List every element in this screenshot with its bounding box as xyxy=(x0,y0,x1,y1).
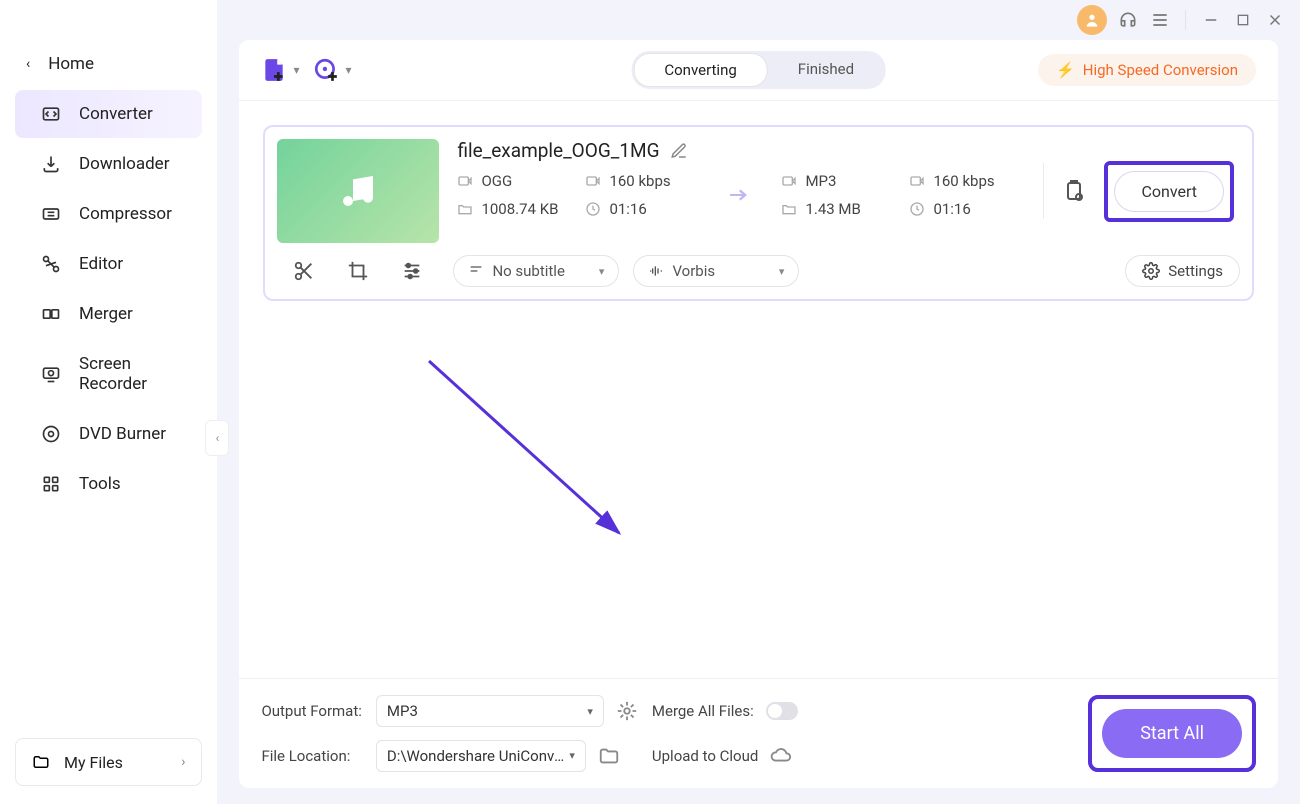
chevron-down-icon: ▾ xyxy=(599,265,605,278)
folder-icon xyxy=(32,753,50,771)
output-format-select[interactable]: MP3 ▾ xyxy=(376,695,604,727)
tabs: Converting Finished xyxy=(631,51,886,89)
clock-icon xyxy=(909,201,925,217)
separator xyxy=(1043,163,1044,219)
file-actions: Convert xyxy=(1037,139,1240,243)
add-disc-icon xyxy=(313,57,339,83)
open-folder-icon[interactable] xyxy=(598,745,620,767)
music-note-icon xyxy=(338,171,378,211)
output-format-label: Output Format: xyxy=(261,702,361,720)
add-disc-button[interactable]: ▾ xyxy=(313,57,351,83)
sidebar-item-screen-recorder[interactable]: Screen Recorder xyxy=(15,340,202,408)
convert-button[interactable]: Convert xyxy=(1114,171,1224,212)
edit-icon[interactable] xyxy=(670,142,688,160)
sidebar-item-downloader[interactable]: Downloader xyxy=(15,140,202,188)
downloader-icon xyxy=(41,154,61,174)
editor-icon xyxy=(41,254,61,274)
file-thumbnail xyxy=(277,139,439,243)
crop-icon[interactable] xyxy=(347,260,369,282)
file-location-label: File Location: xyxy=(261,747,361,765)
file-card: file_example_OOG_1MG OGG 160 kbps 1008 xyxy=(263,125,1254,301)
dvd-burner-icon xyxy=(41,424,61,444)
tools-icon xyxy=(41,474,61,494)
home-label: Home xyxy=(48,54,94,74)
merge-toggle[interactable] xyxy=(766,702,798,720)
start-all-highlight: Start All xyxy=(1088,695,1256,772)
sidebar-item-editor[interactable]: Editor xyxy=(15,240,202,288)
content-panel: ▾ ▾ Converting Finished ⚡ High Speed Con… xyxy=(239,40,1278,788)
chevron-down-icon: ▾ xyxy=(587,705,593,718)
chevron-down-icon: ▾ xyxy=(293,63,299,77)
user-avatar[interactable] xyxy=(1077,5,1107,35)
merger-icon xyxy=(41,304,61,324)
upload-label: Upload to Cloud xyxy=(652,747,758,765)
clock-icon xyxy=(585,201,601,217)
tab-converting[interactable]: Converting xyxy=(633,53,767,87)
user-icon xyxy=(1084,12,1100,28)
maximize-button[interactable] xyxy=(1232,9,1254,31)
sidebar-item-dvd-burner[interactable]: DVD Burner xyxy=(15,410,202,458)
minimize-icon xyxy=(1202,11,1220,29)
chevron-down-icon: ▾ xyxy=(779,265,785,278)
arrow-right-icon xyxy=(723,183,753,207)
chevron-down-icon: ▾ xyxy=(569,749,575,762)
close-button[interactable] xyxy=(1264,9,1286,31)
file-name: file_example_OOG_1MG xyxy=(457,139,659,162)
gear-icon xyxy=(1142,262,1160,280)
support-button[interactable] xyxy=(1117,9,1139,31)
annotation-arrow xyxy=(369,351,649,551)
screen-recorder-icon xyxy=(41,364,61,384)
video-icon xyxy=(585,173,601,189)
my-files-button[interactable]: My Files › xyxy=(15,738,202,786)
maximize-icon xyxy=(1235,12,1251,28)
subtitle-icon xyxy=(468,263,484,279)
start-all-button[interactable]: Start All xyxy=(1102,709,1242,758)
headset-icon xyxy=(1118,10,1138,30)
file-location-select[interactable]: D:\Wondershare UniConverter 1 ▾ xyxy=(376,740,586,772)
cloud-icon[interactable] xyxy=(770,745,792,767)
effects-icon[interactable] xyxy=(401,260,423,282)
chevron-left-icon: ‹ xyxy=(26,56,30,72)
add-file-button[interactable]: ▾ xyxy=(261,57,299,83)
clipboard-settings-icon[interactable] xyxy=(1062,179,1086,203)
main-area: ▾ ▾ Converting Finished ⚡ High Speed Con… xyxy=(217,0,1300,804)
bolt-icon: ⚡ xyxy=(1056,61,1075,79)
add-file-icon xyxy=(261,57,287,83)
encoder-select[interactable]: Vorbis ▾ xyxy=(633,255,799,287)
menu-icon xyxy=(1150,10,1170,30)
chevron-right-icon: › xyxy=(181,754,185,770)
format-settings-icon[interactable] xyxy=(616,700,638,722)
footer-bar: Output Format: MP3 ▾ Merge All Files: St… xyxy=(239,678,1278,788)
video-icon xyxy=(457,173,473,189)
minimize-button[interactable] xyxy=(1200,9,1222,31)
titlebar xyxy=(217,0,1300,40)
toolbar: ▾ ▾ Converting Finished ⚡ High Speed Con… xyxy=(239,40,1278,101)
video-icon xyxy=(781,173,797,189)
merge-label: Merge All Files: xyxy=(652,702,754,720)
high-speed-conversion-button[interactable]: ⚡ High Speed Conversion xyxy=(1038,54,1256,86)
menu-button[interactable] xyxy=(1149,9,1171,31)
sidebar-item-tools[interactable]: Tools xyxy=(15,460,202,508)
close-icon xyxy=(1266,11,1284,29)
file-list: file_example_OOG_1MG OGG 160 kbps 1008 xyxy=(239,101,1278,678)
convert-highlight: Convert xyxy=(1104,161,1234,222)
home-button[interactable]: ‹ Home xyxy=(0,40,217,88)
subtitle-select[interactable]: No subtitle ▾ xyxy=(453,255,619,287)
video-icon xyxy=(909,173,925,189)
audio-wave-icon xyxy=(648,263,664,279)
sidebar-item-converter[interactable]: Converter xyxy=(15,90,202,138)
settings-button[interactable]: Settings xyxy=(1125,255,1240,287)
folder-icon xyxy=(457,201,473,217)
cut-icon[interactable] xyxy=(293,260,315,282)
compressor-icon xyxy=(41,204,61,224)
folder-icon xyxy=(781,201,797,217)
sidebar: ‹ Home Converter Downloader Compressor E… xyxy=(0,0,217,804)
converter-icon xyxy=(41,104,61,124)
tab-finished[interactable]: Finished xyxy=(768,53,884,87)
chevron-down-icon: ▾ xyxy=(345,63,351,77)
sidebar-item-compressor[interactable]: Compressor xyxy=(15,190,202,238)
separator xyxy=(1185,10,1186,30)
sidebar-item-merger[interactable]: Merger xyxy=(15,290,202,338)
